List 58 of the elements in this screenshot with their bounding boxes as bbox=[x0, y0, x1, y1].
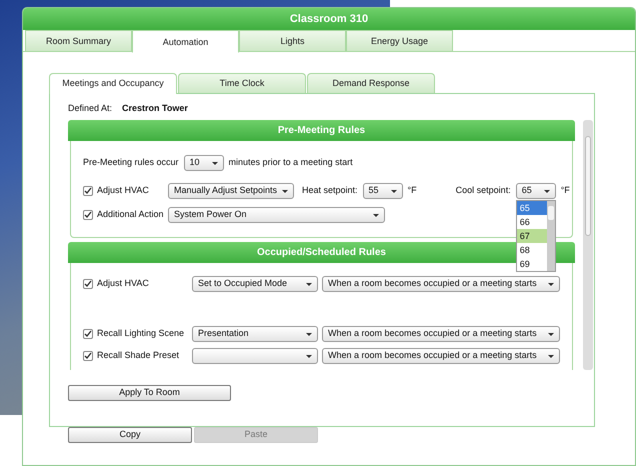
action-button[interactable]: Copy bbox=[68, 427, 192, 443]
checkbox-label: Adjust HVAC bbox=[97, 277, 149, 290]
checkbox[interactable] bbox=[83, 279, 93, 289]
field-label: Defined At: bbox=[68, 102, 112, 116]
caret-icon bbox=[373, 214, 379, 216]
caret-icon bbox=[548, 354, 554, 358]
tab[interactable]: Demand Response bbox=[307, 73, 435, 93]
scrollbar[interactable] bbox=[546, 201, 555, 271]
tab[interactable]: Room Summary bbox=[25, 30, 132, 52]
tab[interactable]: Time Clock bbox=[178, 73, 306, 93]
checkbox-label: Additional Action bbox=[97, 208, 164, 222]
caret-icon bbox=[306, 332, 312, 336]
caret-icon bbox=[282, 190, 288, 192]
checkbox[interactable] bbox=[83, 210, 93, 220]
tab[interactable]: Lights bbox=[239, 30, 346, 52]
dropdown-option[interactable]: 66 bbox=[516, 215, 547, 229]
dropdown[interactable]: When a room becomes occupied or a meeting starts bbox=[322, 326, 560, 342]
field-label: Cool setpoint: bbox=[456, 184, 511, 198]
checkbox-label: Recall Lighting Scene bbox=[97, 327, 184, 340]
apply-button[interactable]: Apply To Room bbox=[68, 385, 231, 401]
checkbox[interactable] bbox=[83, 186, 93, 196]
scrollbar[interactable] bbox=[583, 120, 593, 370]
checkbox[interactable] bbox=[83, 329, 93, 339]
dropdown[interactable]: Set to Occupied Mode bbox=[192, 276, 318, 292]
field-label: minutes prior to a meeting start bbox=[228, 156, 353, 170]
caret-icon bbox=[548, 332, 554, 336]
checkbox-label: Recall Shade Preset bbox=[97, 349, 180, 362]
section-header: Pre-Meeting Rules bbox=[68, 120, 575, 141]
tab[interactable]: Meetings and Occupancy bbox=[49, 73, 177, 94]
caret-icon bbox=[212, 162, 218, 164]
dropdown[interactable]: When a room becomes occupied or a meeting starts bbox=[322, 348, 560, 364]
caret-icon bbox=[306, 354, 312, 358]
caret-icon bbox=[306, 282, 312, 286]
checkbox[interactable] bbox=[83, 351, 93, 361]
field-label: Heat setpoint: bbox=[302, 184, 358, 198]
dropdown[interactable]: System Power On bbox=[168, 207, 385, 223]
tab[interactable]: Automation bbox=[132, 30, 239, 53]
dropdown-option[interactable]: 68 bbox=[516, 243, 547, 257]
dropdown[interactable]: Manually Adjust Setpoints bbox=[168, 183, 294, 199]
checkbox-label: Adjust HVAC bbox=[97, 184, 149, 198]
dropdown[interactable]: 55 bbox=[362, 183, 403, 199]
dropdown-option[interactable]: 65 bbox=[516, 201, 547, 215]
dropdown[interactable] bbox=[192, 348, 318, 364]
dropdown-option[interactable]: 67 bbox=[516, 229, 547, 243]
caret-icon bbox=[544, 190, 550, 192]
unit-label: °F bbox=[408, 184, 417, 198]
caret-icon bbox=[390, 190, 397, 192]
field-label: Pre-Meeting rules occur bbox=[83, 156, 179, 170]
dropdown[interactable]: 65 bbox=[516, 183, 556, 199]
unit-label: °F bbox=[560, 184, 570, 198]
caret-icon bbox=[548, 282, 554, 286]
dropdown[interactable]: 10 bbox=[184, 155, 224, 171]
dropdown[interactable]: When a room becomes occupied or a meeting starts bbox=[322, 276, 560, 292]
dropdown-option[interactable]: 69 bbox=[516, 257, 547, 271]
window-title: Classroom 310 bbox=[23, 8, 635, 30]
tab[interactable]: Energy Usage bbox=[346, 30, 453, 52]
field-value: Crestron Tower bbox=[122, 102, 188, 116]
dropdown[interactable]: Presentation bbox=[192, 326, 318, 342]
